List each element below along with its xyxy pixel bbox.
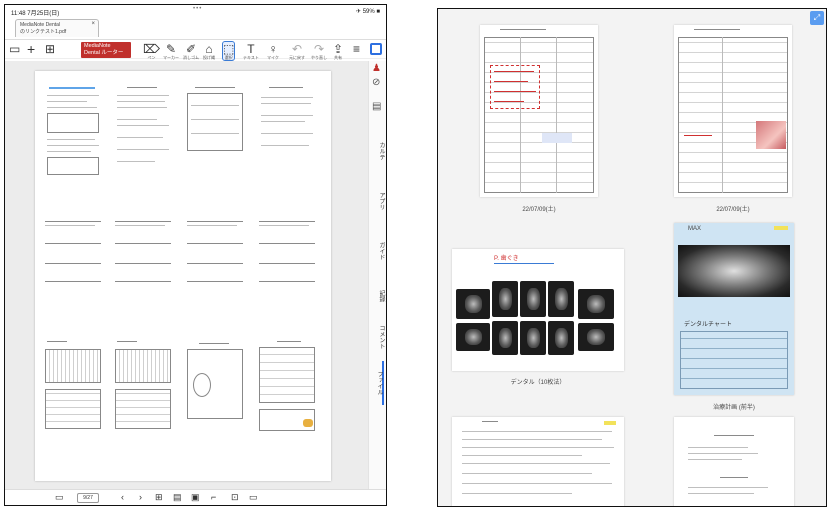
folder-icon[interactable]: ▭ xyxy=(9,42,20,56)
page-thumbnail[interactable] xyxy=(113,217,173,299)
text-label: テキスト xyxy=(243,55,259,60)
xray-image xyxy=(578,323,614,351)
book-icon[interactable]: ▭ xyxy=(55,492,64,503)
left-panel: 11:48 7月25日(日) ••• ✈ 59% ■ MediaNote Den… xyxy=(4,4,387,506)
view-mode-icon[interactable] xyxy=(370,43,382,55)
add-icon[interactable]: + xyxy=(27,42,35,56)
redo-icon[interactable]: ↷ やり直し xyxy=(311,42,327,60)
thumbnail-card-dental-xray[interactable]: P. 歯ぐき xyxy=(452,249,624,371)
select-label: 選択 xyxy=(224,55,233,60)
thumbnail-caption: 22/07/09(土) xyxy=(522,207,556,213)
fit-page-icon[interactable]: ▭ xyxy=(249,492,258,503)
status-time: 11:48 7月25日(日) xyxy=(11,11,60,17)
eraser-icon[interactable]: ✐ 消しゴム xyxy=(183,42,199,60)
status-bar: 11:48 7月25日(日) ••• ✈ 59% ■ xyxy=(5,5,386,17)
thumbnail-caption: デンタル（10枚法） xyxy=(510,380,566,386)
thumbnail-card-notes[interactable] xyxy=(452,417,624,506)
xray-image xyxy=(492,321,518,355)
xray-image xyxy=(492,281,518,317)
duplicate-icon[interactable]: ▣ xyxy=(191,492,200,503)
page-thumbnail[interactable] xyxy=(113,339,173,435)
xray-image xyxy=(456,289,490,319)
page-thumbnail[interactable] xyxy=(257,339,317,435)
handwritten-subtitle: デンタルチャート xyxy=(684,322,732,328)
status-battery: ✈ 59% ■ xyxy=(356,9,380,15)
calendar-icon[interactable]: ▤ xyxy=(372,101,381,112)
panoramic-xray xyxy=(678,245,790,297)
thumbnail-card-treatment-plan[interactable]: MAX デンタルチャート xyxy=(674,223,794,395)
page-thumbnail[interactable] xyxy=(185,85,245,155)
marker-icon[interactable]: ✎ マーカー xyxy=(163,42,179,60)
xray-image xyxy=(548,321,574,355)
sidebar-tab-record[interactable]: 記録 xyxy=(372,281,384,311)
page-thumbnail[interactable] xyxy=(43,217,103,299)
thumbnails-icon[interactable]: ⊞ xyxy=(45,42,55,56)
page-thumbnail[interactable] xyxy=(43,339,103,435)
chevron-left-icon[interactable]: ‹ xyxy=(121,492,124,502)
share-label: 共有 xyxy=(334,55,343,60)
page-thumbnail[interactable] xyxy=(185,217,245,299)
intraoral-photo xyxy=(756,121,786,149)
thumbnail-caption: 治療計画 (前半) xyxy=(713,405,755,411)
page-thumbnail[interactable] xyxy=(113,85,173,181)
thumbnail-card-form-photo[interactable] xyxy=(674,25,792,197)
stamp-icon xyxy=(303,419,313,427)
handwritten-title: MAX xyxy=(688,226,702,232)
undo-label: 元に戻す xyxy=(289,55,305,60)
toolbar: ▭ + ⊞ MediaNote Dental ルーター ⌦ ペン ✎ マーカー ✐ 消… xyxy=(5,39,386,61)
document-page[interactable] xyxy=(35,71,331,481)
page-area xyxy=(5,61,368,489)
xray-image xyxy=(520,321,546,355)
close-tab-icon[interactable]: × xyxy=(91,21,95,28)
page-thumbnail[interactable] xyxy=(185,339,245,423)
xray-image xyxy=(520,281,546,317)
page-indicator[interactable]: 9/27 xyxy=(77,493,99,503)
pen-icon[interactable]: ⌦ ペン xyxy=(143,42,160,60)
eraser-label: 消しゴム xyxy=(183,55,199,60)
undo-icon[interactable]: ↶ 元に戻す xyxy=(289,42,305,60)
lasso-icon[interactable]: ⌂ 投げ縄 xyxy=(203,42,215,60)
add-page-icon[interactable]: ⊞ xyxy=(155,492,163,503)
microphone-label: マイク xyxy=(267,55,279,60)
right-sidebar: ♟ ⊘ ▤ カルテ アプリ ガイド 記録 コメント ファイル xyxy=(368,61,386,501)
thumbnail-card-document[interactable] xyxy=(674,417,794,506)
pen-label: ペン xyxy=(147,55,156,60)
xray-image xyxy=(456,323,490,351)
document-tab-subtitle: のリンクテスト1.pdf xyxy=(20,29,67,35)
comment-icon[interactable]: ⌐ xyxy=(211,492,216,502)
right-panel: ⤢ 22/07/09(土) 22/07/09(土) P. 歯ぐき デンタル（10… xyxy=(437,8,827,507)
redo-label: やり直し xyxy=(311,55,327,60)
text-icon[interactable]: T テキスト xyxy=(243,42,259,60)
sidebar-tab-comment[interactable]: コメント xyxy=(372,317,384,357)
page-list-icon[interactable]: ▤ xyxy=(173,492,182,503)
sidebar-tab-app[interactable]: アプリ xyxy=(372,181,384,221)
red-tag-label[interactable]: MediaNote Dental ルーター xyxy=(81,42,131,58)
chevron-right-icon[interactable]: › xyxy=(139,492,142,502)
person-icon[interactable]: ♟ xyxy=(372,63,381,74)
select-icon[interactable]: ⬚ 選択 xyxy=(221,41,236,61)
sidebar-tab-karte[interactable]: カルテ xyxy=(372,131,384,171)
bottom-bar: ▭ 9/27 ‹ › ⊞ ▤ ▣ ⌐ ⊡ ▭ xyxy=(5,489,386,505)
marker-label: マーカー xyxy=(163,55,179,60)
expand-icon[interactable]: ⤢ xyxy=(810,11,824,25)
menu-icon[interactable]: ≡ xyxy=(353,42,360,56)
crop-icon[interactable]: ⊡ xyxy=(231,492,239,503)
multitask-dots[interactable]: ••• xyxy=(193,6,202,12)
handwritten-note: P. 歯ぐき xyxy=(494,256,519,262)
page-thumbnail[interactable] xyxy=(257,85,317,181)
sidebar-tab-file[interactable]: ファイル xyxy=(372,361,384,405)
lasso-label: 投げ縄 xyxy=(203,55,215,60)
link-icon[interactable]: ⊘ xyxy=(372,77,380,88)
document-tab[interactable]: MediaNote Dental のリンクテスト1.pdf × xyxy=(15,19,99,37)
thumbnail-card-form[interactable] xyxy=(480,25,598,197)
page-thumbnail[interactable] xyxy=(43,85,103,181)
xray-image xyxy=(578,289,614,319)
thumbnail-caption: 22/07/09(土) xyxy=(716,207,750,213)
share-icon[interactable]: ⇪ 共有 xyxy=(333,42,343,60)
document-tab-title: MediaNote Dental xyxy=(20,22,61,28)
xray-image xyxy=(548,281,574,317)
page-thumbnail[interactable] xyxy=(257,217,317,299)
microphone-icon[interactable]: ♀ マイク xyxy=(267,42,279,60)
sidebar-tab-guide[interactable]: ガイド xyxy=(372,231,384,271)
